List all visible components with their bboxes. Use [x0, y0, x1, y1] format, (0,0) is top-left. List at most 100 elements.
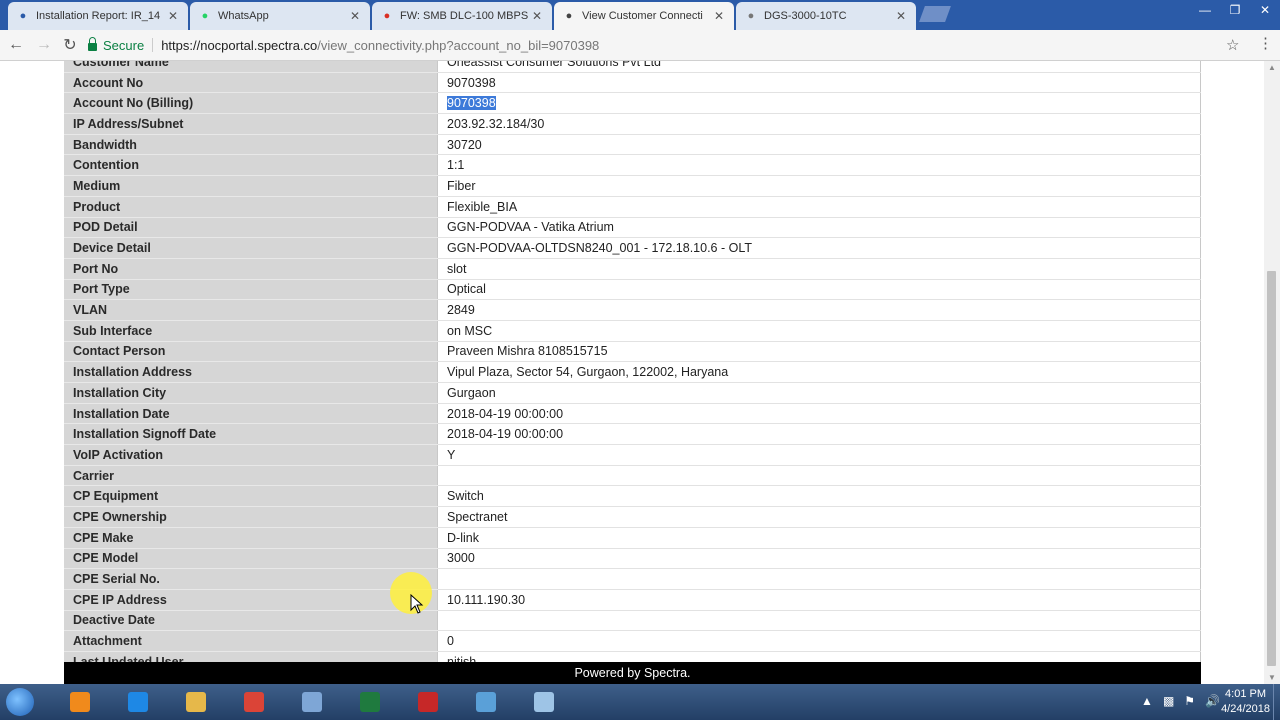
row-label: Customer Name	[64, 61, 438, 73]
kebab-menu-icon[interactable]: ⋮	[1258, 34, 1273, 52]
row-value[interactable]: Flexible_BIA	[437, 196, 1201, 218]
row-value-text: Fiber	[447, 178, 476, 193]
taskbar-app-button[interactable]	[292, 688, 332, 716]
minimize-icon[interactable]: —	[1190, 0, 1220, 20]
row-value[interactable]: Switch	[437, 485, 1201, 508]
tab-close-icon[interactable]: ✕	[166, 9, 180, 23]
whatsapp-icon: ●	[201, 10, 209, 22]
row-value[interactable]: 2849	[437, 299, 1201, 321]
browser-tab[interactable]: ● WhatsApp ✕	[190, 2, 370, 30]
row-value[interactable]: 1:1	[437, 154, 1201, 177]
new-tab-button[interactable]	[919, 6, 951, 22]
scroll-up-icon[interactable]: ▲	[1268, 63, 1276, 72]
browser-tab[interactable]: ● FW: SMB DLC-100 MBPS ✕	[372, 2, 552, 30]
row-value[interactable]: GGN-PODVAA - Vatika Atrium	[437, 217, 1201, 239]
row-value[interactable]: 203.92.32.184/30	[437, 113, 1201, 135]
spectra-icon: ●	[565, 10, 573, 22]
row-value-text: 2849	[447, 303, 475, 318]
table-row: VLAN 2849	[64, 299, 1201, 321]
row-label: POD Detail	[64, 217, 438, 239]
row-value-text: 9070398	[447, 75, 496, 90]
row-label: Installation Date	[64, 403, 438, 425]
row-value[interactable]	[437, 568, 1201, 590]
vertical-scrollbar[interactable]: ▲ ▼	[1264, 61, 1280, 684]
row-value[interactable]	[437, 610, 1201, 632]
browser-tab[interactable]: ● Installation Report: IR_14 ✕	[8, 2, 188, 30]
reload-button[interactable]: ↻	[60, 35, 80, 55]
row-value[interactable]: 9070398	[437, 92, 1201, 115]
forward-button[interactable]: →	[34, 35, 54, 55]
table-row: CP Equipment Switch	[64, 485, 1201, 508]
secure-indicator[interactable]: Secure	[88, 37, 144, 53]
scrollbar-thumb[interactable]	[1267, 271, 1276, 666]
row-label: Bandwidth	[64, 134, 438, 156]
row-value-text: GGN-PODVAA-OLTDSN8240_001 - 172.18.10.6 …	[447, 241, 752, 256]
restore-icon[interactable]: ❐	[1220, 0, 1250, 20]
row-value[interactable]: 3000	[437, 548, 1201, 570]
flag-tray-icon[interactable]: ⚑	[1184, 694, 1195, 708]
row-value[interactable]: on MSC	[437, 320, 1201, 342]
row-label: Deactive Date	[64, 610, 438, 632]
arrow-right-icon: →	[36, 36, 52, 53]
row-label: Installation City	[64, 382, 438, 404]
taskbar-app-button[interactable]	[408, 688, 448, 716]
taskbar-app-button[interactable]	[176, 688, 216, 716]
address-bar[interactable]: Secure https://nocportal.spectra.co/view…	[88, 34, 1248, 56]
taskbar-app-button[interactable]	[466, 688, 506, 716]
tray-expand-icon[interactable]: ▲	[1141, 694, 1153, 708]
row-value[interactable]: 2018-04-19 00:00:00	[437, 423, 1201, 446]
row-label: CPE Ownership	[64, 506, 438, 528]
row-value[interactable]: 2018-04-19 00:00:00	[437, 403, 1201, 425]
row-value[interactable]: Y	[437, 444, 1201, 466]
show-desktop-button[interactable]	[1273, 684, 1280, 720]
table-row: Installation City Gurgaon	[64, 382, 1201, 404]
bookmark-star-icon[interactable]: ☆	[1226, 36, 1239, 54]
row-value[interactable]: 0	[437, 630, 1201, 652]
row-value[interactable]: 10.111.190.30	[437, 589, 1201, 611]
back-button[interactable]: ←	[6, 35, 26, 55]
row-value[interactable]	[437, 465, 1201, 487]
browser-tab[interactable]: ● View Customer Connecti ✕	[554, 2, 734, 30]
row-value[interactable]: Fiber	[437, 175, 1201, 197]
row-value[interactable]: Vipul Plaza, Sector 54, Gurgaon, 122002,…	[437, 361, 1201, 383]
close-window-icon[interactable]: ✕	[1250, 0, 1280, 20]
row-value[interactable]: Gurgaon	[437, 382, 1201, 404]
row-value-text: 30720	[447, 137, 482, 152]
row-value[interactable]: D-link	[437, 527, 1201, 549]
row-value-text: slot	[447, 261, 467, 276]
row-value[interactable]: Optical	[437, 279, 1201, 301]
taskbar-app-button[interactable]	[60, 688, 100, 716]
tab-close-icon[interactable]: ✕	[894, 9, 908, 23]
scroll-down-icon[interactable]: ▼	[1268, 673, 1276, 682]
system-clock[interactable]: 4:01 PM 4/24/2018	[1221, 687, 1270, 717]
network-tray-icon[interactable]: ▩	[1163, 694, 1174, 708]
row-value-text: 2018-04-19 00:00:00	[447, 406, 564, 421]
row-value[interactable]: Praveen Mishra 8108515715	[437, 341, 1201, 363]
row-value[interactable]: GGN-PODVAA-OLTDSN8240_001 - 172.18.10.6 …	[437, 237, 1201, 259]
row-value-text: Gurgaon	[447, 385, 496, 400]
url-text: https://nocportal.spectra.co/view_connec…	[161, 38, 599, 53]
row-value-text: 0	[447, 634, 454, 649]
table-row: Contact Person Praveen Mishra 8108515715	[64, 341, 1201, 363]
row-value[interactable]: slot	[437, 258, 1201, 280]
row-value[interactable]: Spectranet	[437, 506, 1201, 528]
tab-close-icon[interactable]: ✕	[530, 9, 544, 23]
row-label: Sub Interface	[64, 320, 438, 342]
taskbar-app-button[interactable]	[350, 688, 390, 716]
taskbar-app-button[interactable]	[118, 688, 158, 716]
page-icon: ●	[747, 10, 755, 22]
volume-icon[interactable]: 🔊	[1205, 694, 1220, 708]
start-button[interactable]	[6, 688, 34, 716]
row-label: Carrier	[64, 465, 438, 487]
browser-tab[interactable]: ● DGS-3000-10TC ✕	[736, 2, 916, 30]
row-value[interactable]: 9070398	[437, 72, 1201, 94]
taskbar-app-button[interactable]	[524, 688, 564, 716]
table-row: POD Detail GGN-PODVAA - Vatika Atrium	[64, 217, 1201, 239]
tab-close-icon[interactable]: ✕	[348, 9, 362, 23]
gmail-icon: ●	[383, 10, 391, 22]
taskbar-app-button[interactable]	[234, 688, 274, 716]
row-value-text: Vipul Plaza, Sector 54, Gurgaon, 122002,…	[447, 365, 729, 380]
tab-close-icon[interactable]: ✕	[712, 9, 726, 23]
row-label: IP Address/Subnet	[64, 113, 438, 135]
row-value[interactable]: 30720	[437, 134, 1201, 156]
